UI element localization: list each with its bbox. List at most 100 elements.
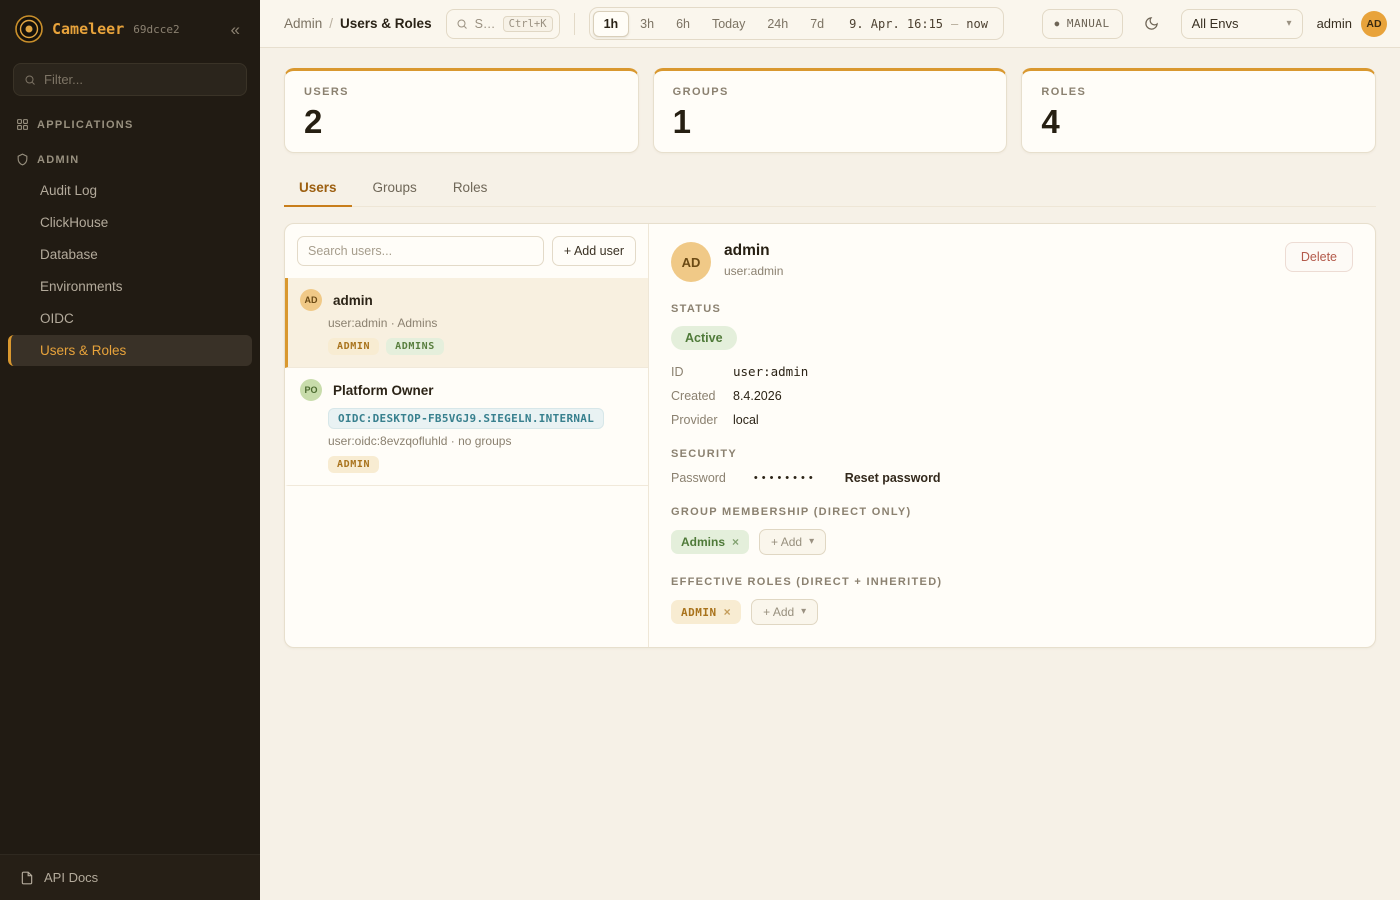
moon-icon (1144, 16, 1159, 31)
current-username: admin (1317, 16, 1352, 31)
time-range-24h[interactable]: 24h (756, 11, 799, 37)
time-dash: — (951, 17, 958, 31)
page-content: USERS 2 GROUPS 1 ROLES 4 Users Groups Ro… (260, 48, 1400, 900)
breadcrumb-separator: / (329, 16, 333, 31)
stat-label: ROLES (1041, 86, 1356, 98)
dark-mode-toggle[interactable] (1137, 9, 1167, 39)
role-chip-label: ADMIN (681, 606, 717, 619)
sidebar-item-database[interactable]: Database (8, 239, 252, 270)
role-chips: ADMIN × + Add ▾ (671, 599, 1353, 625)
reset-password-link[interactable]: Reset password (845, 471, 941, 485)
user-list-item-admin[interactable]: AD admin user:admin · Admins ADMIN ADMIN… (285, 278, 648, 368)
detail-title: admin (724, 242, 783, 260)
search-text: S… (475, 17, 496, 31)
group-badge: ADMINS (386, 338, 444, 355)
app-logo-icon (15, 15, 43, 43)
applications-icon (16, 118, 29, 131)
sidebar-filter-input[interactable] (44, 72, 236, 87)
stat-value: 1 (673, 105, 988, 138)
document-icon (20, 871, 34, 885)
api-docs-label: API Docs (44, 870, 98, 885)
topbar: Admin / Users & Roles S… Ctrl+K 1h 3h 6h… (260, 0, 1400, 48)
refresh-mode-button[interactable]: ● MANUAL (1042, 9, 1123, 39)
stat-label: USERS (304, 86, 619, 98)
field-value-provider: local (733, 413, 759, 427)
stat-value: 4 (1041, 105, 1356, 138)
shield-icon (16, 153, 29, 166)
oidc-provider-badge: OIDC:DESKTOP-FB5VGJ9.SIEGELN.INTERNAL (328, 408, 604, 429)
breadcrumb-current: Users & Roles (340, 16, 432, 31)
remove-group-icon[interactable]: × (732, 535, 739, 549)
stat-card-roles: ROLES 4 (1021, 68, 1376, 153)
user-list-column: + Add user AD admin user:admin · Admins … (285, 224, 649, 647)
search-icon (24, 74, 36, 86)
user-list-item-platform-owner[interactable]: PO Platform Owner OIDC:DESKTOP-FB5VGJ9.S… (285, 368, 648, 486)
add-group-button[interactable]: + Add ▾ (759, 529, 826, 555)
add-role-button[interactable]: + Add ▾ (751, 599, 818, 625)
chevron-down-icon: ▾ (801, 607, 806, 617)
tab-groups[interactable]: Groups (358, 171, 432, 207)
global-search-button[interactable]: S… Ctrl+K (446, 9, 560, 39)
stat-value: 2 (304, 105, 619, 138)
user-name: admin (333, 293, 373, 308)
time-range-7d[interactable]: 7d (799, 11, 835, 37)
main-area: Admin / Users & Roles S… Ctrl+K 1h 3h 6h… (260, 0, 1400, 900)
section-label: ADMIN (37, 154, 80, 166)
stat-card-users: USERS 2 (284, 68, 639, 153)
stat-label: GROUPS (673, 86, 988, 98)
environment-select[interactable]: All Envs ▾ (1181, 9, 1303, 39)
add-user-button[interactable]: + Add user (552, 236, 636, 266)
tab-users[interactable]: Users (284, 171, 352, 207)
stat-cards: USERS 2 GROUPS 1 ROLES 4 (284, 68, 1376, 153)
section-label: APPLICATIONS (37, 119, 134, 131)
api-docs-link[interactable]: API Docs (0, 854, 260, 900)
avatar: AD (671, 242, 711, 282)
delete-user-button[interactable]: Delete (1285, 242, 1353, 272)
password-row: Password •••••••• Reset password (671, 471, 1353, 485)
time-range-1h[interactable]: 1h (593, 11, 630, 37)
time-range-today[interactable]: Today (701, 11, 756, 37)
sidebar-item-oidc[interactable]: OIDC (8, 303, 252, 334)
chevron-down-icon: ▾ (809, 537, 814, 547)
topbar-divider (574, 13, 575, 35)
status-dot-icon: ● (1055, 19, 1060, 28)
add-group-label: + Add (771, 535, 802, 549)
breadcrumb: Admin / Users & Roles (284, 16, 432, 31)
sidebar-item-environments[interactable]: Environments (8, 271, 252, 302)
detail-fields: ID user:admin Created 8.4.2026 Provider … (671, 364, 1353, 427)
stat-card-groups: GROUPS 1 (653, 68, 1008, 153)
time-range-3h[interactable]: 3h (629, 11, 665, 37)
time-display[interactable]: 9. Apr. 16:15 — now (835, 17, 1000, 31)
user-search-input[interactable] (297, 236, 544, 266)
field-value-id: user:admin (733, 364, 808, 379)
remove-role-icon[interactable]: × (724, 605, 732, 619)
sidebar-section-applications[interactable]: APPLICATIONS (0, 104, 260, 139)
password-mask: •••••••• (754, 472, 817, 484)
user-list-toolbar: + Add user (285, 224, 648, 278)
sidebar-collapse-button[interactable]: « (225, 19, 246, 40)
sidebar: Cameleer 69dcce2 « APPLICATIONS ADMIN Au… (0, 0, 260, 900)
breadcrumb-parent[interactable]: Admin (284, 16, 322, 31)
role-badge: ADMIN (328, 456, 379, 473)
user-detail-panel: AD admin user:admin Delete STATUS Active… (649, 224, 1375, 647)
group-membership-heading: GROUP MEMBERSHIP (DIRECT ONLY) (671, 506, 1353, 518)
time-range-6h[interactable]: 6h (665, 11, 701, 37)
user-meta: user:oidc:8evzqofluhld · no groups (328, 434, 634, 448)
sidebar-item-audit-log[interactable]: Audit Log (8, 175, 252, 206)
app-name: Cameleer (52, 20, 124, 38)
user-meta: user:admin · Admins (328, 316, 634, 330)
time-end: now (966, 17, 988, 31)
status-badge: Active (671, 326, 737, 350)
sidebar-item-users-roles[interactable]: Users & Roles (8, 335, 252, 366)
status-heading: STATUS (671, 303, 1353, 315)
tab-roles[interactable]: Roles (438, 171, 503, 207)
search-shortcut-badge: Ctrl+K (503, 16, 553, 32)
detail-header: AD admin user:admin Delete (671, 242, 1353, 282)
field-label-created: Created (671, 389, 733, 403)
sidebar-item-clickhouse[interactable]: ClickHouse (8, 207, 252, 238)
avatar: AD (300, 289, 322, 311)
environment-selected: All Envs (1192, 16, 1239, 31)
password-label: Password (671, 471, 726, 485)
user-menu[interactable]: admin AD (1317, 11, 1387, 37)
sidebar-section-admin[interactable]: ADMIN (0, 139, 260, 174)
